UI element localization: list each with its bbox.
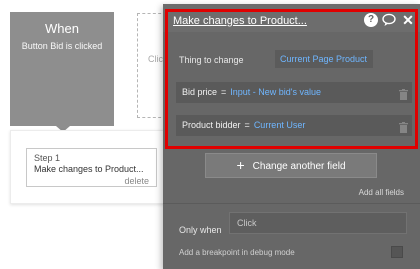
plus-icon: + <box>236 157 245 173</box>
event-card[interactable]: When Button Bid is clicked <box>10 12 114 126</box>
event-description: Button Bid is clicked <box>21 41 103 51</box>
thing-to-change-label: Thing to change <box>179 55 244 65</box>
trash-icon[interactable] <box>399 120 408 133</box>
step-delete-link[interactable]: delete <box>124 176 149 186</box>
only-when-input[interactable]: Click <box>229 212 407 234</box>
breakpoint-label: Add a breakpoint in debug mode <box>179 248 295 257</box>
add-all-fields-link[interactable]: Add all fields <box>359 188 404 197</box>
step-action: Make changes to Product... <box>34 164 144 174</box>
field-value[interactable]: Current User <box>254 120 306 130</box>
field-operator: = <box>244 120 250 130</box>
event-title: When <box>45 21 79 36</box>
thing-to-change-dropdown[interactable]: Current Page Product <box>275 50 373 68</box>
change-another-field-label: Change another field <box>252 161 346 172</box>
field-value[interactable]: Input - New bid's value <box>230 87 321 97</box>
change-another-field-button[interactable]: + Change another field <box>205 153 377 178</box>
breakpoint-checkbox[interactable] <box>391 246 403 258</box>
workflow-step[interactable]: Step 1 Make changes to Product... delete <box>26 148 157 187</box>
field-row-bid-price[interactable]: Bid price = Input - New bid's value <box>176 82 412 103</box>
workflow-steps-panel: Step 1 Make changes to Product... delete <box>10 130 174 204</box>
only-when-label: Only when <box>179 225 222 235</box>
section-divider <box>163 203 420 204</box>
field-name: Bid price <box>182 87 218 97</box>
property-editor: Make changes to Product... ? ✕ Thing to … <box>163 4 420 269</box>
field-name: Product bidder <box>182 120 241 130</box>
field-operator: = <box>221 87 227 97</box>
field-row-product-bidder[interactable]: Product bidder = Current User <box>176 115 412 136</box>
trash-icon[interactable] <box>399 87 408 100</box>
add-event-placeholder-text: Clic <box>148 54 163 64</box>
step-label: Step 1 <box>34 153 61 163</box>
